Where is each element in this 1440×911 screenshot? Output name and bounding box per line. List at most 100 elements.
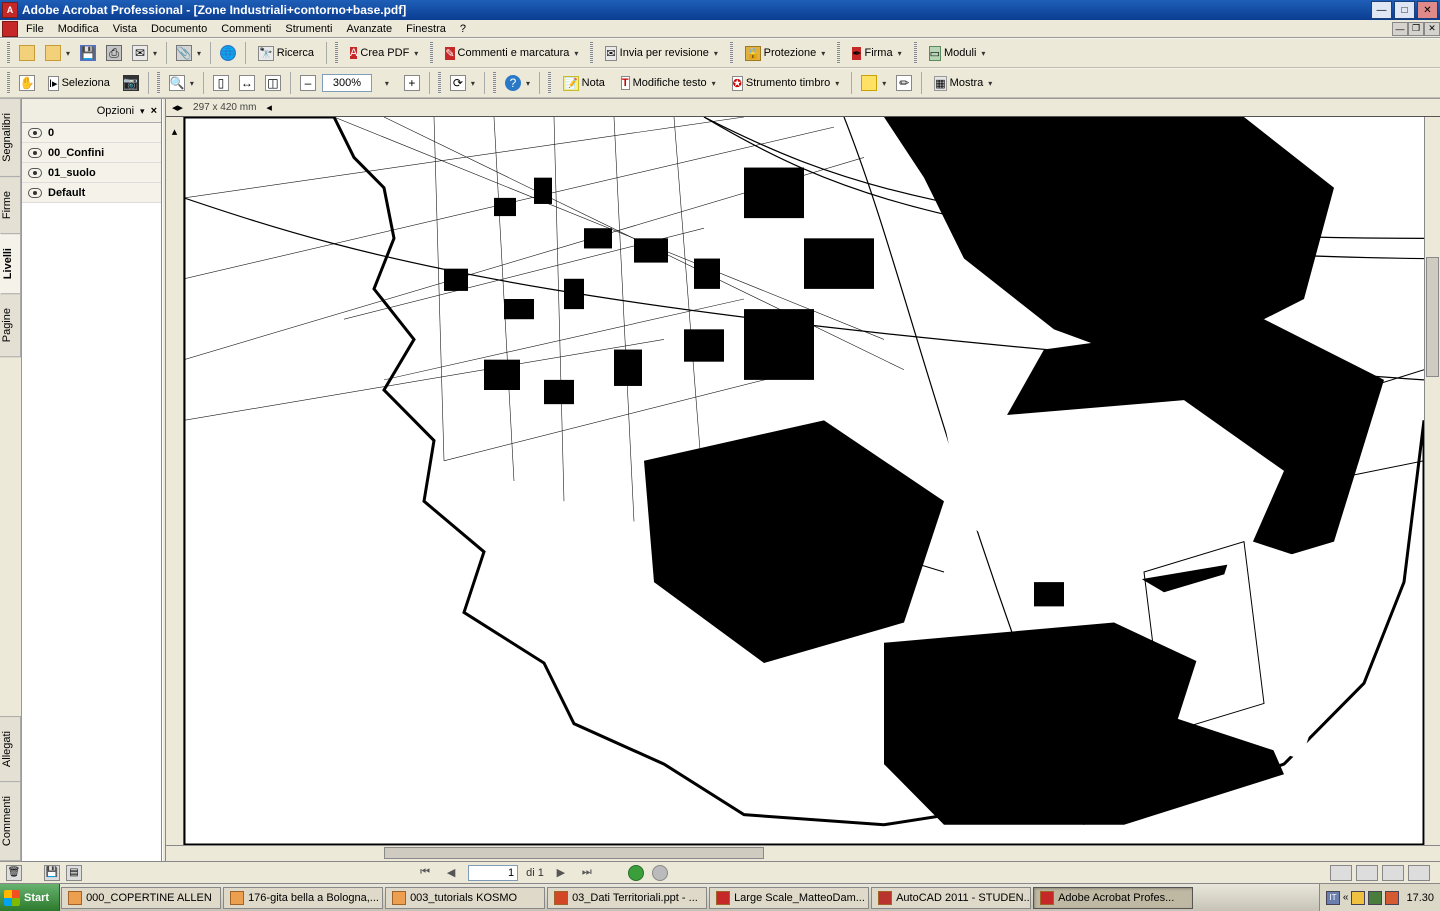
zoom-out-button[interactable]: –: [296, 71, 320, 95]
draw-tool-button[interactable]: ✏: [892, 71, 916, 95]
last-page-button[interactable]: ⏭: [578, 864, 596, 882]
prev-page-button[interactable]: ◀: [442, 864, 460, 882]
visibility-icon[interactable]: [28, 148, 42, 158]
taskbar-item[interactable]: AutoCAD 2011 - STUDEN...: [871, 887, 1031, 909]
toolbar-grip[interactable]: [493, 72, 496, 94]
commenti-marcatura-button[interactable]: ✎Commenti e marcatura: [438, 41, 585, 65]
sidetab-commenti[interactable]: Commenti: [0, 781, 21, 861]
toolbar-grip[interactable]: [335, 42, 338, 64]
menu-strumenti[interactable]: Strumenti: [279, 21, 338, 37]
moduli-button[interactable]: ▭Moduli: [922, 41, 993, 65]
toolbar-grip[interactable]: [914, 42, 917, 64]
vertical-scrollbar[interactable]: [1424, 117, 1440, 845]
scrollbar-thumb[interactable]: [384, 847, 764, 859]
close-button[interactable]: ✕: [1417, 1, 1438, 19]
menu-commenti[interactable]: Commenti: [215, 21, 277, 37]
strumento-timbro-button[interactable]: ✪Strumento timbro: [725, 71, 847, 95]
start-button[interactable]: Start: [0, 884, 60, 911]
toolbar-grip[interactable]: [438, 72, 441, 94]
minimize-button[interactable]: —: [1371, 1, 1392, 19]
zoom-dynamic-button[interactable]: 🔍: [165, 71, 198, 95]
toolbar-grip[interactable]: [7, 42, 10, 64]
menu-help[interactable]: ?: [454, 21, 472, 37]
single-page-view-button[interactable]: [1330, 865, 1352, 881]
visibility-icon[interactable]: [28, 188, 42, 198]
menu-avanzate[interactable]: Avanzate: [340, 21, 398, 37]
taskbar-item[interactable]: Large Scale_MatteoDam...: [709, 887, 869, 909]
sidetab-livelli[interactable]: Livelli: [0, 233, 21, 294]
search-button[interactable]: 🔭Ricerca: [251, 41, 321, 65]
toolbar-grip[interactable]: [430, 42, 433, 64]
help-button[interactable]: ?: [501, 71, 534, 95]
menu-documento[interactable]: Documento: [145, 21, 213, 37]
zoom-in-button[interactable]: +: [400, 71, 424, 95]
menu-vista[interactable]: Vista: [107, 21, 143, 37]
visibility-icon[interactable]: [28, 128, 42, 138]
continuous-facing-view-button[interactable]: [1408, 865, 1430, 881]
sidetab-allegati[interactable]: Allegati: [0, 716, 21, 782]
mdi-restore[interactable]: ❐: [1408, 22, 1424, 36]
menu-modifica[interactable]: Modifica: [52, 21, 105, 37]
fit-visible-button[interactable]: ◫: [261, 71, 285, 95]
layer-row[interactable]: Default: [22, 183, 161, 203]
toolbar-grip[interactable]: [837, 42, 840, 64]
page-number-input[interactable]: [468, 865, 518, 881]
mostra-button[interactable]: ▦Mostra: [927, 71, 999, 95]
sidetab-firme[interactable]: Firme: [0, 176, 21, 234]
clock[interactable]: 17.30: [1402, 892, 1434, 904]
fit-width-button[interactable]: ↔: [235, 71, 259, 95]
mdi-close[interactable]: ✕: [1424, 22, 1440, 36]
web-button[interactable]: 🌐: [216, 41, 240, 65]
toolbar-grip[interactable]: [157, 72, 160, 94]
protezione-button[interactable]: 🔒Protezione: [738, 41, 832, 65]
tray-expand-icon[interactable]: «: [1343, 892, 1349, 903]
layer-row[interactable]: 0: [22, 123, 161, 143]
pages-dock-icon[interactable]: ▤: [66, 865, 82, 881]
modifiche-testo-button[interactable]: TModifiche testo: [614, 71, 723, 95]
document-view[interactable]: [184, 117, 1424, 845]
zoom-presets-button[interactable]: [374, 71, 398, 95]
invia-revisione-button[interactable]: ✉Invia per revisione: [598, 41, 725, 65]
ruler-caret-icon[interactable]: ▴: [172, 125, 178, 138]
ruler-expand-icon[interactable]: ◂▸: [172, 101, 183, 114]
zoom-input[interactable]: [322, 74, 372, 92]
attach-button[interactable]: 📎: [172, 41, 205, 65]
maximize-button[interactable]: □: [1394, 1, 1415, 19]
hand-tool-button[interactable]: ✋: [15, 71, 39, 95]
layer-row[interactable]: 00_Confini: [22, 143, 161, 163]
continuous-view-button[interactable]: [1356, 865, 1378, 881]
highlight-button[interactable]: [857, 71, 890, 95]
facing-view-button[interactable]: [1382, 865, 1404, 881]
toolbar-grip[interactable]: [590, 42, 593, 64]
fit-page-button[interactable]: ▯: [209, 71, 233, 95]
rotate-button[interactable]: ⟳: [446, 71, 479, 95]
taskbar-item[interactable]: 003_tutorials KOSMO: [385, 887, 545, 909]
next-page-button[interactable]: ▶: [552, 864, 570, 882]
open-button[interactable]: [15, 41, 39, 65]
sidetab-segnalibri[interactable]: Segnalibri: [0, 98, 21, 177]
ruler-caret-icon[interactable]: ◂: [266, 101, 272, 114]
back-history-button[interactable]: [628, 865, 644, 881]
firma-button[interactable]: ✒Firma: [845, 41, 908, 65]
create-pdf-button[interactable]: ACrea PDF: [343, 41, 425, 65]
visibility-icon[interactable]: [28, 168, 42, 178]
snapshot-button[interactable]: 📷: [119, 71, 143, 95]
network-icon[interactable]: [1368, 891, 1382, 905]
taskbar-item[interactable]: 176-gita bella a Bologna,...: [223, 887, 383, 909]
horizontal-scrollbar[interactable]: [184, 846, 1424, 861]
menu-finestra[interactable]: Finestra: [400, 21, 452, 37]
mdi-minimize[interactable]: —: [1392, 22, 1408, 36]
options-menu[interactable]: Opzioni: [97, 105, 134, 117]
lang-indicator-icon[interactable]: IT: [1326, 891, 1340, 905]
taskbar-item[interactable]: 000_COPERTINE ALLEN: [61, 887, 221, 909]
email-button[interactable]: ✉: [128, 41, 161, 65]
trash-icon[interactable]: 🗑: [6, 865, 22, 881]
toolbar-grip[interactable]: [7, 72, 10, 94]
taskbar-item-active[interactable]: Adobe Acrobat Profes...: [1033, 887, 1193, 909]
volume-icon[interactable]: [1385, 891, 1399, 905]
menu-file[interactable]: File: [20, 21, 50, 37]
layer-row[interactable]: 01_suolo: [22, 163, 161, 183]
forward-history-button[interactable]: [652, 865, 668, 881]
first-page-button[interactable]: ⏮: [416, 864, 434, 882]
save-dock-icon[interactable]: 💾: [44, 865, 60, 881]
